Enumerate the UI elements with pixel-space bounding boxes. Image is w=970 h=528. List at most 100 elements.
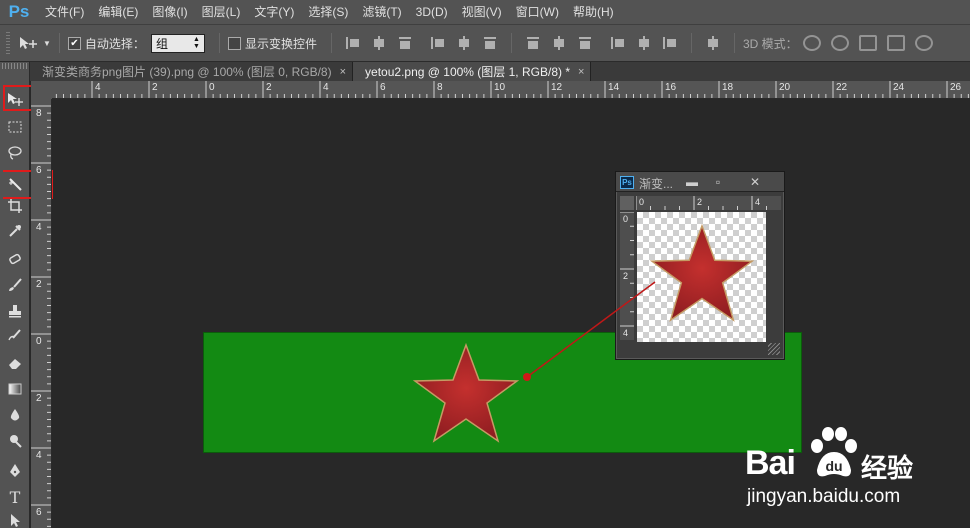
ruler-label: 22	[836, 82, 848, 93]
type-tool-button[interactable]: T	[3, 486, 27, 508]
path-select-icon	[11, 514, 20, 527]
ruler-label: 20	[779, 82, 791, 93]
ruler-label: 4	[36, 450, 42, 461]
ruler-label: 8	[437, 82, 443, 93]
history-brush-icon	[8, 329, 21, 341]
horizontal-ruler[interactable]: 4 2 0 2 4 6 8 10 12 14 16 18 20 22 24 26	[52, 81, 970, 99]
align-left-icon[interactable]	[430, 35, 446, 51]
scale-3d-icon[interactable]	[914, 35, 933, 51]
close-icon[interactable]: ×	[578, 66, 584, 78]
ruler-label: 14	[608, 82, 620, 93]
blur-icon	[10, 409, 20, 421]
minimize-button[interactable]: ▬	[678, 174, 706, 189]
eyedropper-tool-button[interactable]	[3, 220, 27, 242]
distribute-bottom-icon[interactable]	[577, 35, 593, 51]
ruler-ticks	[31, 105, 51, 527]
divider	[58, 33, 60, 53]
show-transform-checkbox[interactable]	[227, 36, 241, 50]
align-right-icon[interactable]	[482, 35, 498, 51]
close-button[interactable]: ✕	[741, 174, 769, 189]
stamp-tool-button[interactable]	[3, 300, 27, 322]
divider	[690, 33, 692, 53]
options-grip-icon[interactable]	[6, 32, 10, 54]
align-vcenter-icon[interactable]	[371, 35, 387, 51]
marquee-tool-button[interactable]	[3, 116, 27, 138]
float-vertical-ruler[interactable]: 0 2 4	[620, 212, 634, 340]
path-select-tool-button[interactable]	[3, 510, 27, 528]
close-icon[interactable]: ×	[340, 66, 346, 78]
align-bottom-icon[interactable]	[397, 35, 413, 51]
lasso-icon	[8, 146, 22, 160]
ruler-label: 6	[36, 507, 42, 518]
menu-filter[interactable]: 滤镜(T)	[355, 0, 408, 24]
ruler-label: 12	[551, 82, 563, 93]
lasso-tool-button[interactable]	[3, 142, 27, 164]
rotate-3d-icon[interactable]	[802, 35, 821, 51]
tab-document-2[interactable]: yetou2.png @ 100% (图层 1, RGB/8) * ×	[353, 62, 592, 81]
star-shape-main[interactable]	[411, 343, 521, 445]
slide-3d-icon[interactable]	[886, 35, 905, 51]
history-brush-tool-button[interactable]	[3, 325, 27, 347]
align-top-icon[interactable]	[345, 35, 361, 51]
menu-window[interactable]: 窗口(W)	[509, 0, 566, 24]
document-tab-bar: 渐变类商务png图片 (39).png @ 100% (图层 0, RGB/8)…	[30, 62, 970, 81]
resize-grip-icon[interactable]	[768, 343, 780, 355]
float-horizontal-ruler[interactable]: 0 2 4	[636, 196, 781, 210]
ruler-label: 24	[893, 82, 905, 93]
tab-label: yetou2.png @ 100% (图层 1, RGB/8) *	[365, 65, 570, 79]
menu-select[interactable]: 选择(S)	[301, 0, 355, 24]
pen-tool-button[interactable]	[3, 460, 27, 482]
distribute-left-icon[interactable]	[610, 35, 626, 51]
ruler-label: 8	[36, 108, 42, 119]
menu-3d[interactable]: 3D(D)	[409, 0, 455, 24]
maximize-button[interactable]: ▫	[704, 174, 732, 189]
distribute-top-icon[interactable]	[525, 35, 541, 51]
blur-tool-button[interactable]	[3, 404, 27, 426]
ruler-label: 0	[623, 214, 629, 224]
gradient-tool-button[interactable]	[3, 378, 27, 400]
roll-3d-icon[interactable]	[830, 35, 849, 51]
toolbox-grip-icon[interactable]	[2, 63, 28, 69]
menu-edit[interactable]: 编辑(E)	[91, 0, 145, 24]
align-hcenter-icon[interactable]	[456, 35, 472, 51]
paw-logo-icon: du	[811, 427, 857, 477]
eraser-tool-button[interactable]	[3, 352, 27, 374]
menu-view[interactable]: 视图(V)	[455, 0, 509, 24]
floating-document-window[interactable]: Ps 渐变... ▬ ▫ ✕ 0 2 4 0 2 4	[615, 171, 785, 360]
ruler-label: 4	[36, 222, 42, 233]
floating-window-titlebar[interactable]: Ps 渐变... ▬ ▫ ✕	[616, 172, 784, 192]
dodge-tool-button[interactable]	[3, 430, 27, 452]
ruler-label: 0	[639, 197, 645, 207]
tab-label: 渐变类商务png图片 (39).png @ 100% (图层 0, RGB/8)	[42, 65, 332, 79]
menu-help[interactable]: 帮助(H)	[566, 0, 621, 24]
ruler-label: 16	[665, 82, 677, 93]
auto-select-dropdown[interactable]: 组 ▲ ▼	[150, 33, 205, 53]
ruler-origin[interactable]	[31, 81, 52, 99]
menu-layer[interactable]: 图层(L)	[195, 0, 248, 24]
ruler-label: 6	[380, 82, 386, 93]
healing-icon	[9, 253, 21, 265]
healing-tool-button[interactable]	[3, 248, 27, 270]
distribute-right-icon[interactable]	[662, 35, 678, 51]
distribute-hcenter-icon[interactable]	[636, 35, 652, 51]
tab-document-1[interactable]: 渐变类商务png图片 (39).png @ 100% (图层 0, RGB/8)…	[30, 62, 354, 81]
float-ruler-origin[interactable]	[620, 196, 634, 210]
brush-tool-button[interactable]	[3, 274, 27, 296]
distribute-vcenter-icon[interactable]	[551, 35, 567, 51]
transparent-canvas[interactable]	[637, 212, 766, 342]
pan-3d-icon[interactable]	[858, 35, 877, 51]
star-shape-source[interactable]	[648, 222, 756, 326]
menu-file[interactable]: 文件(F)	[38, 0, 91, 24]
toolbox: T	[0, 62, 53, 528]
watermark-brand: Bai	[745, 444, 796, 482]
vertical-ruler[interactable]: 8 6 4 2 0 2 4 6	[31, 99, 52, 528]
auto-align-icon[interactable]	[705, 35, 721, 51]
show-transform-label: 显示变换控件	[244, 36, 317, 51]
eraser-icon	[9, 359, 21, 369]
auto-select-checkbox[interactable]: ✔	[67, 36, 81, 50]
pen-icon	[10, 464, 20, 477]
menu-type[interactable]: 文字(Y)	[247, 0, 301, 24]
tool-preset-picker[interactable]: ▼	[18, 35, 51, 51]
ruler-ticks	[55, 81, 969, 98]
menu-image[interactable]: 图像(I)	[145, 0, 194, 24]
